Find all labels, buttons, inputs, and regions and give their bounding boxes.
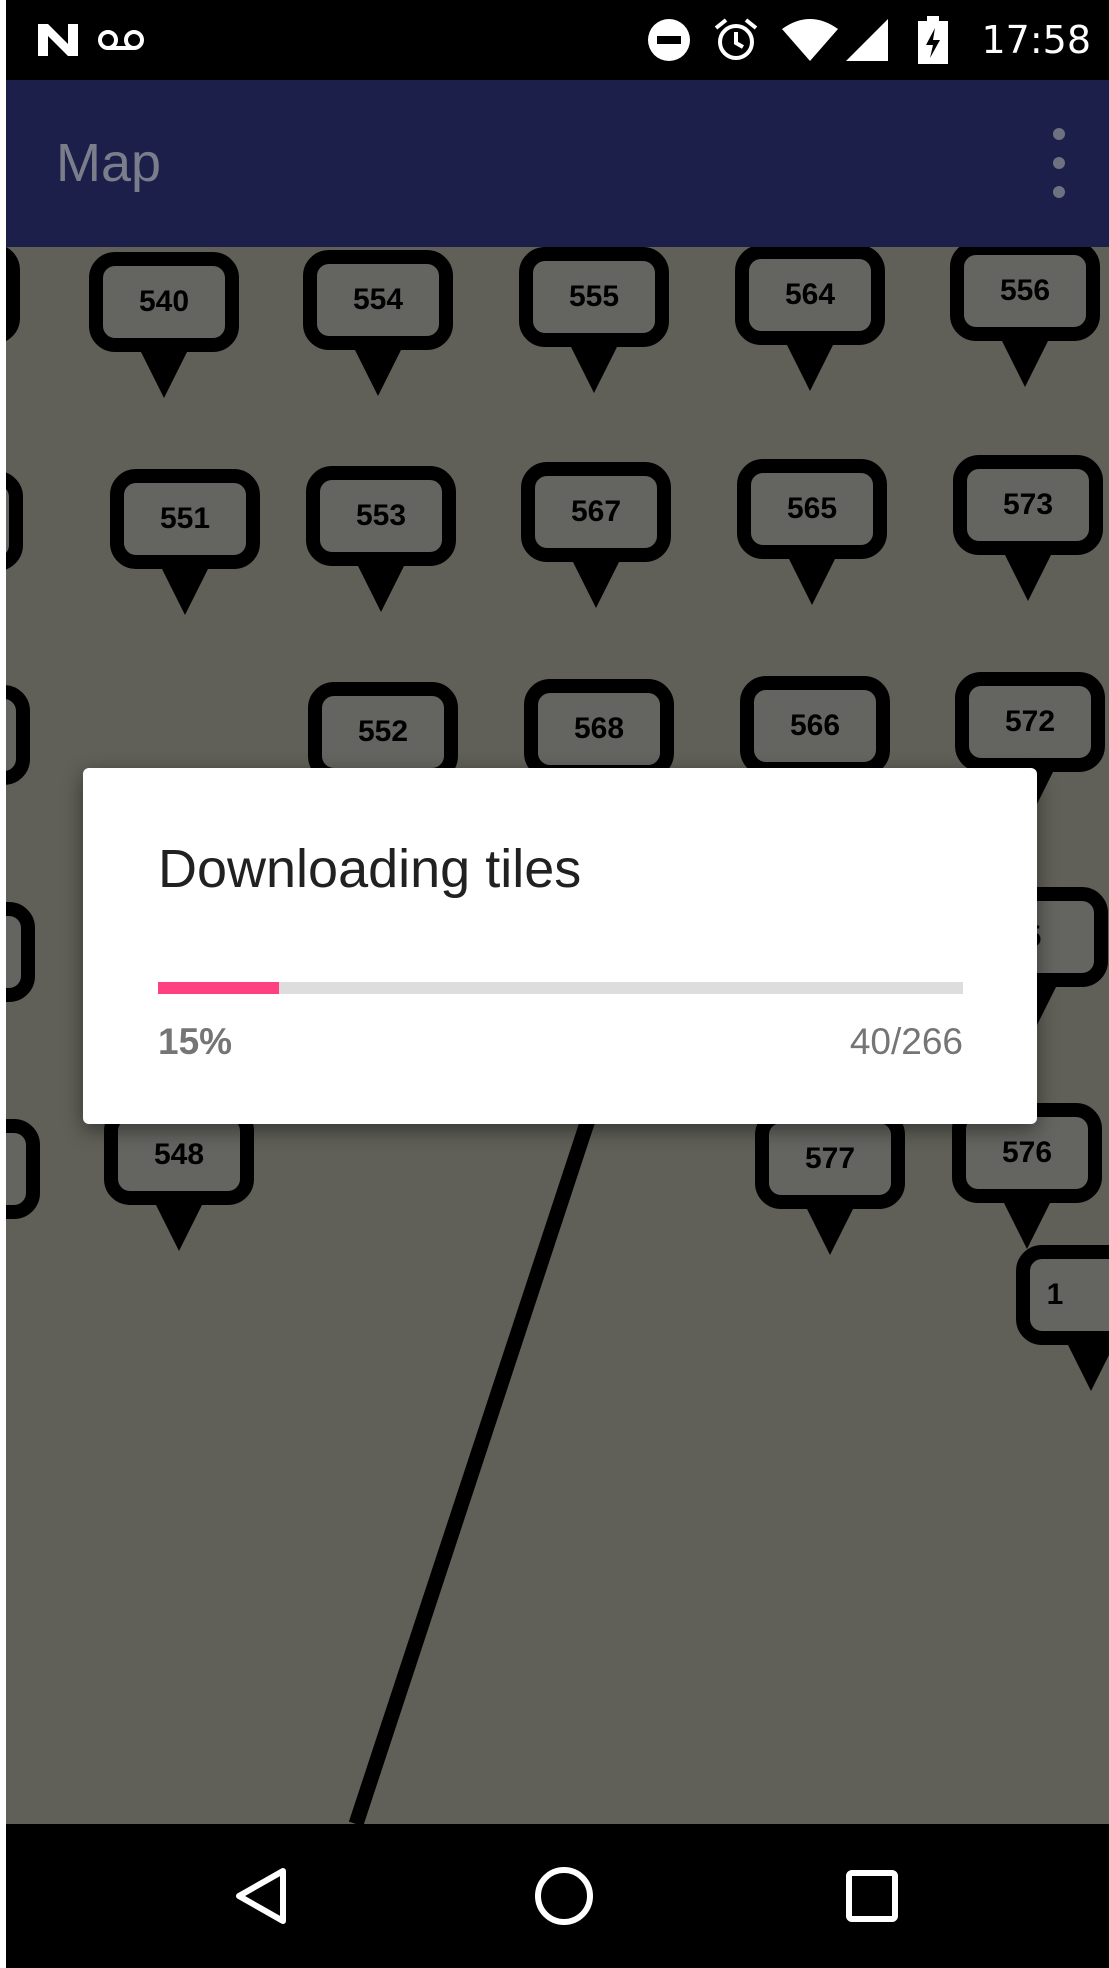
- map-marker[interactable]: 551: [110, 469, 260, 619]
- marker-label: 576: [1001, 1136, 1053, 1169]
- navigation-bar: [6, 1824, 1109, 1968]
- map-marker[interactable]: 576: [952, 1103, 1102, 1253]
- map-marker[interactable]: 565: [737, 459, 887, 609]
- progress-count: 40/266: [849, 1021, 963, 1062]
- marker-label: 566: [789, 709, 841, 742]
- wifi-icon: [782, 0, 838, 80]
- progress-percent: 15%: [158, 1021, 233, 1062]
- marker-label: 540: [138, 285, 190, 318]
- progress-bar: [158, 982, 963, 994]
- map-marker[interactable]: 567: [521, 462, 671, 612]
- signal-icon: [844, 0, 890, 80]
- marker-label: 572: [1004, 705, 1056, 738]
- map-marker[interactable]: 555: [519, 247, 669, 397]
- voicemail-icon: [98, 0, 144, 80]
- marker-label: 564: [784, 278, 836, 311]
- map-marker[interactable]: 573: [953, 455, 1103, 605]
- map-marker-partial[interactable]: [6, 685, 30, 835]
- map-marker[interactable]: 554: [303, 250, 453, 400]
- download-progress-dialog: Downloading tiles 15% 40/266: [83, 768, 1037, 1124]
- marker-label: 555: [568, 280, 620, 313]
- marker-label: 573: [1002, 488, 1054, 521]
- overflow-menu-icon[interactable]: [1039, 128, 1079, 198]
- app-title: Map: [56, 133, 162, 193]
- marker-label: 548: [153, 1138, 205, 1171]
- map-marker-partial[interactable]: [6, 902, 35, 1052]
- map-marker-partial[interactable]: [6, 471, 23, 621]
- marker-label: 553: [355, 499, 407, 532]
- n-logo-icon: [36, 0, 80, 80]
- map-marker[interactable]: 1: [1016, 1245, 1109, 1395]
- marker-label: 568: [573, 712, 625, 745]
- marker-label: 556: [999, 274, 1051, 307]
- status-bar: 17:58: [6, 0, 1109, 80]
- marker-label: 551: [159, 502, 211, 535]
- recents-icon[interactable]: [827, 1851, 917, 1941]
- progress-bar-fill: [158, 982, 279, 994]
- battery-charging-icon: [918, 0, 948, 80]
- marker-label: 1: [1046, 1278, 1064, 1311]
- map-marker[interactable]: 548: [104, 1105, 254, 1255]
- marker-label: 565: [786, 492, 838, 525]
- marker-label: 577: [804, 1142, 856, 1175]
- screen: 17:58 Map 540 554 555 564 556 551 553 56…: [6, 0, 1109, 1968]
- home-icon[interactable]: [519, 1851, 609, 1941]
- marker-label: 554: [352, 283, 404, 316]
- marker-label: 567: [570, 495, 622, 528]
- app-bar: Map: [6, 80, 1109, 247]
- map-marker[interactable]: 577: [755, 1109, 905, 1259]
- map-marker-partial[interactable]: [6, 1119, 40, 1269]
- do-not-disturb-icon: [646, 0, 692, 80]
- marker-label: 552: [357, 715, 409, 748]
- alarm-icon: [712, 0, 760, 80]
- clock: 17:58: [981, 18, 1091, 62]
- map-marker[interactable]: 540: [89, 252, 239, 402]
- map-marker[interactable]: 556: [950, 247, 1100, 391]
- back-icon[interactable]: [216, 1851, 306, 1941]
- map-marker[interactable]: 553: [306, 466, 456, 616]
- map-marker-partial[interactable]: [6, 247, 20, 394]
- dialog-title: Downloading tiles: [158, 839, 582, 899]
- map-marker[interactable]: 564: [735, 247, 885, 395]
